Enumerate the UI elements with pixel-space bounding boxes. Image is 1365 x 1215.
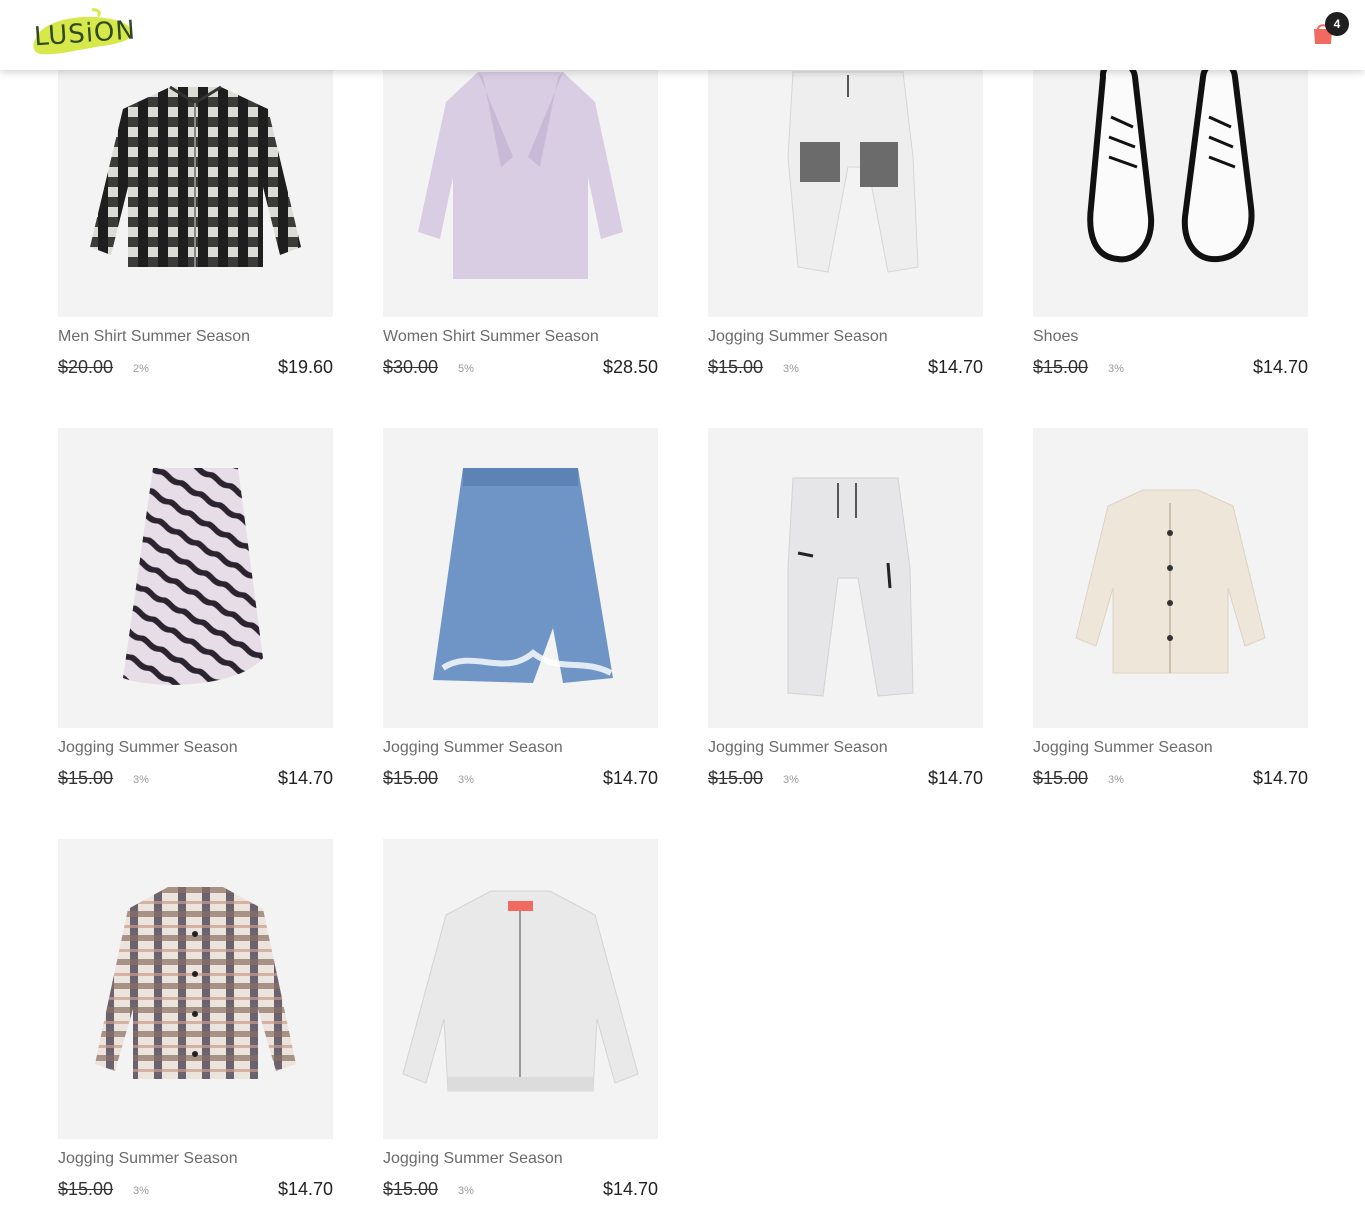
product-price: $14.70: [277, 1179, 333, 1199]
product-name[interactable]: Shoes: [1033, 327, 1308, 347]
cart-button[interactable]: 4: [1308, 12, 1358, 52]
product-image-grey-joggers[interactable]: [708, 428, 983, 728]
product-card[interactable]: Jogging Summer Season $15.00 3% $14.70: [708, 428, 983, 828]
product-name[interactable]: Jogging Summer Season: [1033, 738, 1308, 758]
product-name[interactable]: Jogging Summer Season: [708, 738, 983, 758]
product-price: $28.50: [602, 357, 658, 377]
product-discount: 3%: [783, 363, 799, 375]
product-name[interactable]: Jogging Summer Season: [383, 738, 658, 758]
product-discount: 3%: [458, 774, 474, 786]
product-discount: 2%: [133, 363, 149, 375]
product-card[interactable]: Shoes $15.00 3% $14.70: [1033, 17, 1308, 417]
product-price: $19.60: [277, 357, 333, 377]
product-card[interactable]: Jogging Summer Season $15.00 3% $14.70: [383, 839, 658, 1215]
product-card[interactable]: Jogging Summer Season $15.00 3% $14.70: [383, 428, 658, 828]
product-name[interactable]: Women Shirt Summer Season: [383, 327, 658, 347]
product-old-price: $15.00: [1033, 768, 1089, 788]
product-name[interactable]: Jogging Summer Season: [708, 327, 983, 347]
product-old-price: $20.00: [58, 357, 114, 377]
product-card[interactable]: Women Shirt Summer Season $30.00 5% $28.…: [383, 17, 658, 417]
product-discount: 3%: [133, 774, 149, 786]
logo-text: LUSiON: [33, 15, 137, 53]
product-price: $14.70: [1252, 768, 1308, 788]
product-discount: 3%: [783, 774, 799, 786]
product-old-price: $15.00: [708, 357, 764, 377]
product-name[interactable]: Jogging Summer Season: [58, 1149, 333, 1169]
product-old-price: $15.00: [1033, 357, 1089, 377]
product-price: $14.70: [927, 768, 983, 788]
product-price: $14.70: [1252, 357, 1308, 377]
product-old-price: $15.00: [58, 1179, 114, 1199]
product-old-price: $15.00: [708, 768, 764, 788]
product-card[interactable]: Jogging Summer Season $15.00 3% $14.70: [1033, 428, 1308, 828]
product-old-price: $15.00: [383, 768, 439, 788]
product-image-denim-skirt[interactable]: [383, 428, 658, 728]
product-name[interactable]: Men Shirt Summer Season: [58, 327, 333, 347]
product-discount: 3%: [1108, 363, 1124, 375]
product-name[interactable]: Jogging Summer Season: [58, 738, 333, 758]
product-discount: 3%: [458, 1185, 474, 1197]
site-header: LUSiON 4: [0, 0, 1365, 70]
product-price: $14.70: [602, 768, 658, 788]
product-image-zebra-skirt[interactable]: [58, 428, 333, 728]
product-price: $14.70: [277, 768, 333, 788]
logo[interactable]: LUSiON: [32, 8, 137, 60]
product-discount: 3%: [1108, 774, 1124, 786]
product-old-price: $30.00: [383, 357, 439, 377]
product-image-cream-overshirt[interactable]: [1033, 428, 1308, 728]
product-old-price: $15.00: [383, 1179, 439, 1199]
product-card[interactable]: Men Shirt Summer Season $20.00 2% $19.60: [58, 17, 333, 417]
product-price: $14.70: [927, 357, 983, 377]
cart-count-badge: 4: [1325, 12, 1349, 36]
product-name[interactable]: Jogging Summer Season: [383, 1149, 658, 1169]
product-card[interactable]: Jogging Summer Season $15.00 3% $14.70: [708, 17, 983, 417]
product-discount: 5%: [458, 363, 474, 375]
product-price: $14.70: [602, 1179, 658, 1199]
product-discount: 3%: [133, 1185, 149, 1197]
product-image-bomber-jacket[interactable]: [383, 839, 658, 1139]
product-card[interactable]: Jogging Summer Season $15.00 3% $14.70: [58, 839, 333, 1215]
product-card[interactable]: Jogging Summer Season $15.00 3% $14.70: [58, 428, 333, 828]
product-old-price: $15.00: [58, 768, 114, 788]
product-image-plaid-overshirt[interactable]: [58, 839, 333, 1139]
